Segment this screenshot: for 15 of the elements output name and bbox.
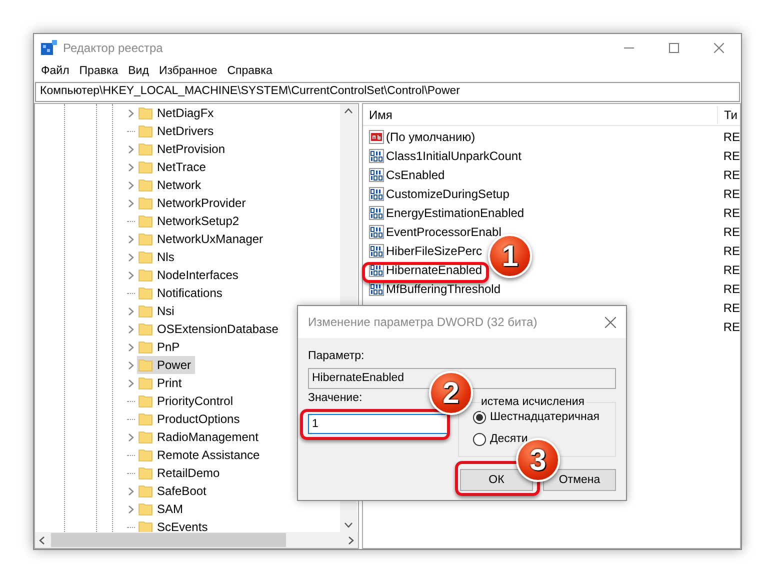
window-title: Редактор реестра [63,40,163,57]
value-type: RE [722,186,740,202]
value-type: RE [722,318,740,336]
value-type: RE [722,300,740,316]
value-type: RE [722,166,740,184]
field-label: Значение: [308,392,364,406]
value-type: RE [722,128,740,146]
value-type: RE [722,280,740,298]
value-type: RE [722,242,740,260]
value-type: RE [722,148,740,164]
field-label: Параметр: [308,349,366,364]
dialog-title: Изменение параметра DWORD (32 бита) [308,314,538,331]
value-type: RE [722,224,740,240]
value-type: RE [722,204,740,222]
value-type: RE [722,262,740,278]
